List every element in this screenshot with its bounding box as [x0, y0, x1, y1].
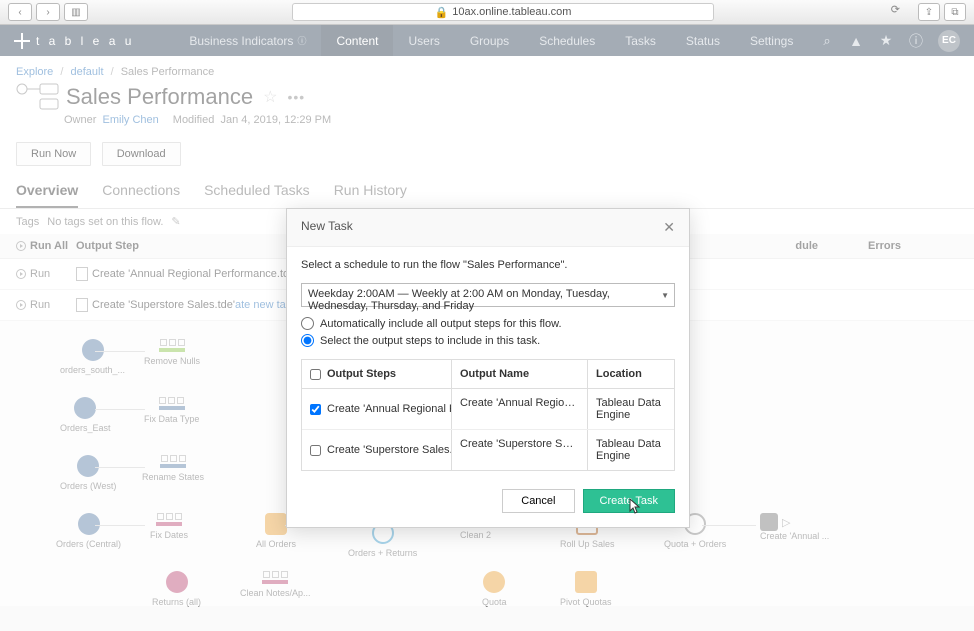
forward-button[interactable]: › [36, 3, 60, 21]
cancel-button[interactable]: Cancel [502, 489, 574, 513]
modal-title: New Task [301, 219, 353, 236]
row-checkbox[interactable] [310, 404, 321, 415]
col-output-steps: Output Steps [327, 368, 396, 380]
back-button[interactable]: ‹ [8, 3, 32, 21]
create-task-button[interactable]: Create Task [583, 489, 676, 513]
url-bar[interactable]: 🔒 10ax.online.tableau.com [292, 3, 714, 21]
cursor-icon [628, 498, 644, 514]
row-location: Tableau Data Engine [588, 389, 674, 429]
tabs-icon[interactable]: ⧉ [944, 3, 966, 21]
radio-select-steps[interactable]: Select the output steps to include in th… [301, 334, 675, 347]
row-step: Create 'Annual Regional Perf… [327, 403, 452, 415]
radio-input[interactable] [301, 317, 314, 330]
share-icon[interactable]: ⇪ [918, 3, 940, 21]
output-steps-table: Output Steps Output Name Location Create… [301, 359, 675, 471]
row-name: Create 'Superstore Sales.tde' [452, 430, 588, 470]
col-output-name: Output Name [452, 360, 588, 388]
row-name: Create 'Annual Regional Perfo… [452, 389, 588, 429]
radio-auto-include[interactable]: Automatically include all output steps f… [301, 317, 675, 330]
row-location: Tableau Data Engine [588, 430, 674, 470]
table-row: Create 'Annual Regional Perf… Create 'An… [302, 389, 674, 430]
schedule-select[interactable]: Weekday 2:00AM — Weekly at 2:00 AM on Mo… [301, 283, 675, 307]
radio-label: Automatically include all output steps f… [320, 318, 562, 330]
close-icon[interactable]: ✕ [663, 219, 675, 236]
radio-input[interactable] [301, 334, 314, 347]
select-all-checkbox[interactable] [310, 369, 321, 380]
row-checkbox[interactable] [310, 445, 321, 456]
new-task-modal: New Task ✕ Select a schedule to run the … [286, 208, 690, 528]
sidebar-toggle[interactable]: ▥ [64, 3, 88, 21]
modal-prompt: Select a schedule to run the flow "Sales… [301, 259, 675, 271]
url-text: 10ax.online.tableau.com [452, 6, 571, 18]
reload-icon[interactable]: ⟳ [891, 3, 900, 16]
row-step: Create 'Superstore Sales.tde' [327, 444, 452, 456]
browser-toolbar: ‹ › ▥ 🔒 10ax.online.tableau.com ⟳ ⇪ ⧉ [0, 0, 974, 25]
lock-icon: 🔒 [435, 6, 449, 19]
col-location: Location [588, 360, 674, 388]
table-row: Create 'Superstore Sales.tde' Create 'Su… [302, 430, 674, 470]
radio-label: Select the output steps to include in th… [320, 335, 540, 347]
